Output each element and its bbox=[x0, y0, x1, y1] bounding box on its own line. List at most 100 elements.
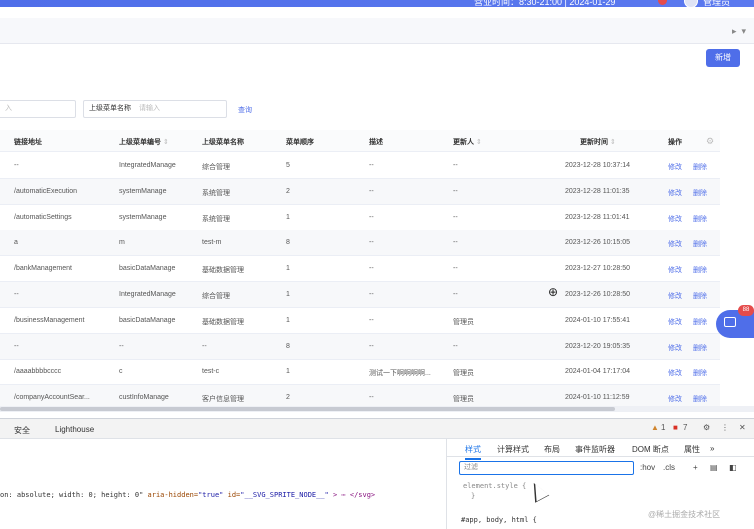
th-link: 链接地址 bbox=[14, 139, 42, 146]
delete-link[interactable]: 删除 bbox=[693, 394, 707, 404]
parent-menu-name-field[interactable]: 上级菜单名称 请输入 bbox=[83, 100, 227, 118]
error-count: 7 bbox=[683, 423, 688, 432]
tab-security[interactable]: 安全 bbox=[14, 425, 30, 436]
user-name[interactable]: 管理员 bbox=[703, 0, 730, 8]
delete-link[interactable]: 删除 bbox=[693, 162, 707, 172]
avatar[interactable] bbox=[684, 0, 698, 8]
th-updated-at[interactable]: 更新时间 ⇕ bbox=[580, 137, 616, 147]
edit-link[interactable]: 修改 bbox=[668, 214, 682, 224]
element-style-rule[interactable]: element.style { bbox=[463, 482, 526, 490]
delete-link[interactable]: 删除 bbox=[693, 265, 707, 275]
sort-icon[interactable]: ⇕ bbox=[163, 139, 169, 146]
tab-properties[interactable]: 属性 bbox=[684, 444, 700, 455]
horizontal-scrollbar[interactable] bbox=[0, 406, 754, 412]
table-row: -- IntegratedManage 综合管理 5 -- -- 2023-12-28 10… bbox=[0, 153, 720, 179]
row-description: 测试一下啊啊啊啊... bbox=[369, 370, 431, 378]
edit-link[interactable]: 修改 bbox=[668, 317, 682, 327]
edit-link[interactable]: 修改 bbox=[668, 239, 682, 249]
th-action: 操作 bbox=[668, 139, 682, 146]
gear-icon[interactable]: ⚙ bbox=[703, 423, 710, 432]
edit-link[interactable]: 修改 bbox=[668, 188, 682, 198]
sort-icon[interactable]: ⇕ bbox=[476, 139, 482, 146]
paint-icon[interactable]: ▤ bbox=[710, 463, 718, 472]
row-order: 5 bbox=[286, 162, 290, 169]
th-desc: 描述 bbox=[369, 139, 383, 146]
more-icon[interactable]: ⋮ bbox=[721, 423, 729, 432]
hov-toggle[interactable]: :hov bbox=[640, 463, 655, 472]
top-header: 营业时间：8:30-21:00 | 2024-01-29 管理员 bbox=[0, 0, 754, 8]
scrollbar-thumb[interactable] bbox=[0, 407, 615, 411]
table-row: /automaticSettings systemManage 系统管理 1 -- -- 2… bbox=[0, 205, 720, 231]
row-updated-at: 2023-12-28 11:01:35 bbox=[565, 187, 630, 195]
tab-dom-breakpoints[interactable]: DOM 断点 bbox=[632, 444, 669, 455]
delete-link[interactable]: 删除 bbox=[693, 188, 707, 198]
tab-lighthouse[interactable]: Lighthouse bbox=[55, 425, 94, 434]
tab-styles[interactable]: 样式 bbox=[465, 444, 481, 460]
sort-icon[interactable]: ⇕ bbox=[610, 139, 616, 146]
row-parent-code: systemManage bbox=[119, 213, 167, 221]
search-input[interactable]: 入 bbox=[0, 100, 76, 118]
row-link-address: /automaticExecution bbox=[14, 187, 78, 195]
error-icon[interactable]: ■ bbox=[673, 423, 678, 432]
dom-code-line[interactable]: on: absolute; width: 0; height: 0" aria-… bbox=[0, 491, 375, 499]
row-updater: -- bbox=[453, 213, 458, 221]
row-order: 1 bbox=[286, 265, 290, 273]
row-parent-name: 基础数据管理 bbox=[202, 267, 244, 275]
table-row: /automaticExecution systemManage 系统管理 2 -- --… bbox=[0, 178, 720, 205]
edit-link[interactable]: 修改 bbox=[668, 368, 682, 378]
tab-event-listeners[interactable]: 事件监听器 bbox=[575, 444, 615, 455]
edit-link[interactable]: 修改 bbox=[668, 291, 682, 301]
css-rule-selector[interactable]: #app, body, html { bbox=[461, 516, 537, 524]
th-updater[interactable]: 更新人 ⇕ bbox=[453, 137, 482, 147]
close-icon[interactable]: ✕ bbox=[739, 423, 746, 432]
row-parent-code: -- bbox=[119, 342, 124, 350]
row-link-address: -- bbox=[14, 342, 19, 350]
notification-icon[interactable] bbox=[658, 0, 667, 5]
row-link-address: /bankManagement bbox=[14, 265, 72, 273]
row-updated-at: 2023-12-28 11:01:41 bbox=[565, 213, 630, 221]
styles-filter-input[interactable]: 过滤 bbox=[459, 461, 634, 475]
delete-link[interactable]: 删除 bbox=[693, 343, 707, 353]
tab-computed[interactable]: 计算样式 bbox=[497, 444, 529, 455]
tab-layout[interactable]: 布局 bbox=[544, 444, 560, 455]
th-parent-code[interactable]: 上级菜单编号 ⇕ bbox=[119, 137, 169, 147]
row-order: 1 bbox=[286, 291, 290, 298]
row-order: 1 bbox=[286, 368, 290, 376]
delete-link[interactable]: 删除 bbox=[693, 214, 707, 224]
delete-link[interactable]: 删除 bbox=[693, 291, 707, 301]
row-parent-code: systemManage bbox=[119, 187, 167, 195]
tab-more[interactable]: » bbox=[710, 444, 714, 453]
tags-view-controls[interactable]: ▸ ▾ bbox=[732, 26, 746, 37]
warning-icon[interactable]: ▲ bbox=[651, 423, 659, 432]
floating-badge: 88 bbox=[738, 305, 754, 316]
th-order: 菜单顺序 bbox=[286, 139, 314, 146]
sidebar-toggle-icon[interactable]: ◧ bbox=[729, 463, 737, 472]
row-parent-name: 综合管理 bbox=[202, 164, 230, 171]
row-parent-code: c bbox=[119, 368, 123, 376]
row-updated-at: 2023-12-27 10:28:50 bbox=[565, 265, 630, 273]
row-link-address: /automaticSettings bbox=[14, 213, 72, 221]
edit-link[interactable]: 修改 bbox=[668, 394, 682, 404]
business-hours: 营业时间：8:30-21:00 | 2024-01-29 bbox=[474, 0, 616, 7]
query-button[interactable]: 查询 bbox=[238, 105, 252, 115]
floating-widget-button[interactable]: 88 bbox=[716, 305, 754, 338]
table-row: -- IntegratedManage 综合管理 1 -- -- 2023-12-26 10… bbox=[0, 282, 720, 308]
row-updater: -- bbox=[453, 342, 458, 350]
table-row: /businessManagement basicDataManage 基础数据管理… bbox=[0, 308, 720, 334]
new-button[interactable]: 新增 bbox=[706, 49, 740, 67]
edit-link[interactable]: 修改 bbox=[668, 162, 682, 172]
edit-link[interactable]: 修改 bbox=[668, 265, 682, 275]
delete-link[interactable]: 删除 bbox=[693, 317, 707, 327]
table-row: /aaaabbbbcccc c test-c 1 测试一下啊啊啊啊... 管理员 2024-… bbox=[0, 359, 720, 386]
row-description: -- bbox=[369, 394, 374, 402]
column-settings-icon[interactable]: ⚙ bbox=[706, 136, 714, 147]
table-row: a m test-m 8 -- -- 2023-12-26 10:15:05 修改 删除 bbox=[0, 230, 720, 257]
row-description: -- bbox=[369, 187, 374, 195]
edit-link[interactable]: 修改 bbox=[668, 343, 682, 353]
delete-link[interactable]: 删除 bbox=[693, 239, 707, 249]
row-updated-at: 2023-12-28 10:37:14 bbox=[565, 162, 630, 169]
row-updater: -- bbox=[453, 291, 458, 298]
add-rule-icon[interactable]: + bbox=[693, 463, 698, 472]
delete-link[interactable]: 删除 bbox=[693, 368, 707, 378]
cls-toggle[interactable]: .cls bbox=[663, 463, 675, 472]
